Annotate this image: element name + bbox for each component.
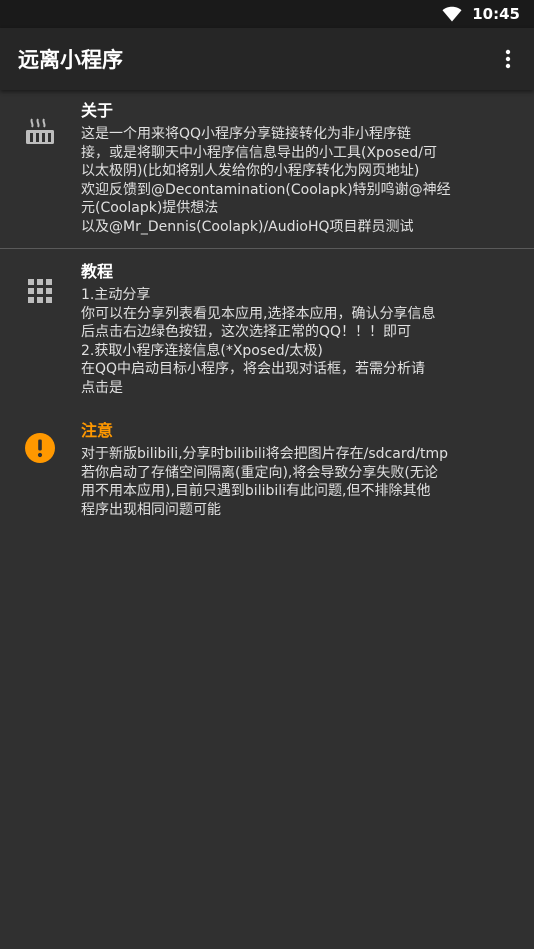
warning-icon [24, 432, 56, 464]
grid-icon [24, 275, 56, 307]
status-time: 10:45 [472, 5, 520, 23]
about-text: 这是一个用来将QQ小程序分享链接转化为非小程序链 接，或是将聊天中小程序信信息导… [81, 126, 451, 235]
wifi-icon [442, 6, 462, 22]
about-title: 关于 [81, 101, 114, 120]
app-bar: 远离小程序 [0, 28, 534, 90]
about-icon [24, 116, 56, 148]
notice-text: 对于新版bilibili,分享时bilibili将会把图片存在/sdcard/t… [81, 446, 448, 518]
notice-title: 注意 [81, 421, 114, 440]
divider [0, 248, 534, 249]
tutorial-title: 教程 [81, 262, 114, 281]
more-options-icon[interactable] [496, 47, 520, 71]
status-bar: 10:45 [0, 0, 534, 28]
app-title: 远离小程序 [18, 48, 123, 72]
tutorial-text: 1.主动分享 你可以在分享列表看见本应用,选择本应用，确认分享信息 后点击右边绿… [81, 287, 436, 396]
